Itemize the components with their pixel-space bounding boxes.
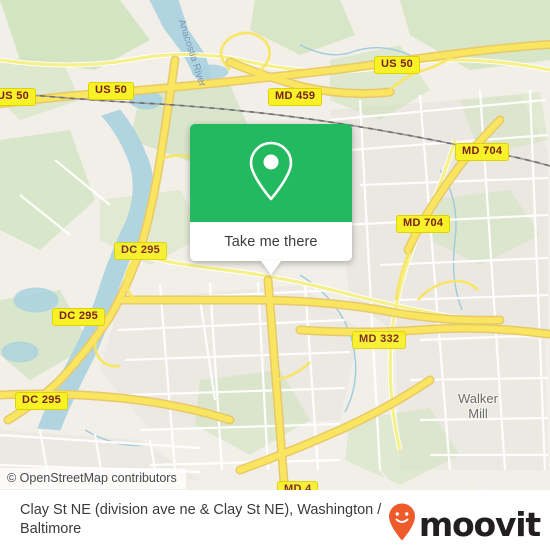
- road-shield-md-704-north: MD 704: [455, 143, 510, 161]
- destination-popup[interactable]: Take me there: [190, 124, 352, 275]
- take-me-there-label: Take me there: [224, 233, 318, 250]
- road-shield-us-50: US 50: [88, 82, 135, 100]
- map-canvas[interactable]: Anacostia River Walker Mill US 50 US 50 …: [0, 0, 550, 490]
- road-shield-md-459: MD 459: [268, 88, 323, 106]
- road-shield-us-50-east: US 50: [374, 56, 421, 74]
- location-title: Clay St NE (division ave ne & Clay St NE…: [20, 502, 382, 537]
- road-shield-md-332: MD 332: [352, 331, 407, 349]
- road-shield-dc-295-north: DC 295: [114, 242, 168, 260]
- road-shield-md-4: MD 4: [277, 481, 319, 490]
- popup-pin-panel: [190, 124, 352, 222]
- osm-attribution[interactable]: © OpenStreetMap contributors: [0, 468, 186, 489]
- road-shield-us-50-west: US 50: [0, 88, 37, 106]
- map-screenshot: Anacostia River Walker Mill US 50 US 50 …: [0, 0, 550, 550]
- map-pin-icon: [244, 138, 298, 209]
- moovit-wordmark: moovit: [418, 505, 541, 544]
- popup-tail: [261, 261, 281, 275]
- moovit-brand[interactable]: moovit: [387, 502, 541, 547]
- road-shield-dc-295-south: DC 295: [15, 392, 69, 410]
- moovit-smiling-pin-icon: [387, 502, 417, 547]
- footer-bar: Clay St NE (division ave ne & Clay St NE…: [0, 490, 550, 550]
- popup-cta-bar[interactable]: Take me there: [190, 222, 352, 275]
- road-shield-dc-295-mid: DC 295: [52, 308, 106, 326]
- road-shield-md-704: MD 704: [396, 215, 451, 233]
